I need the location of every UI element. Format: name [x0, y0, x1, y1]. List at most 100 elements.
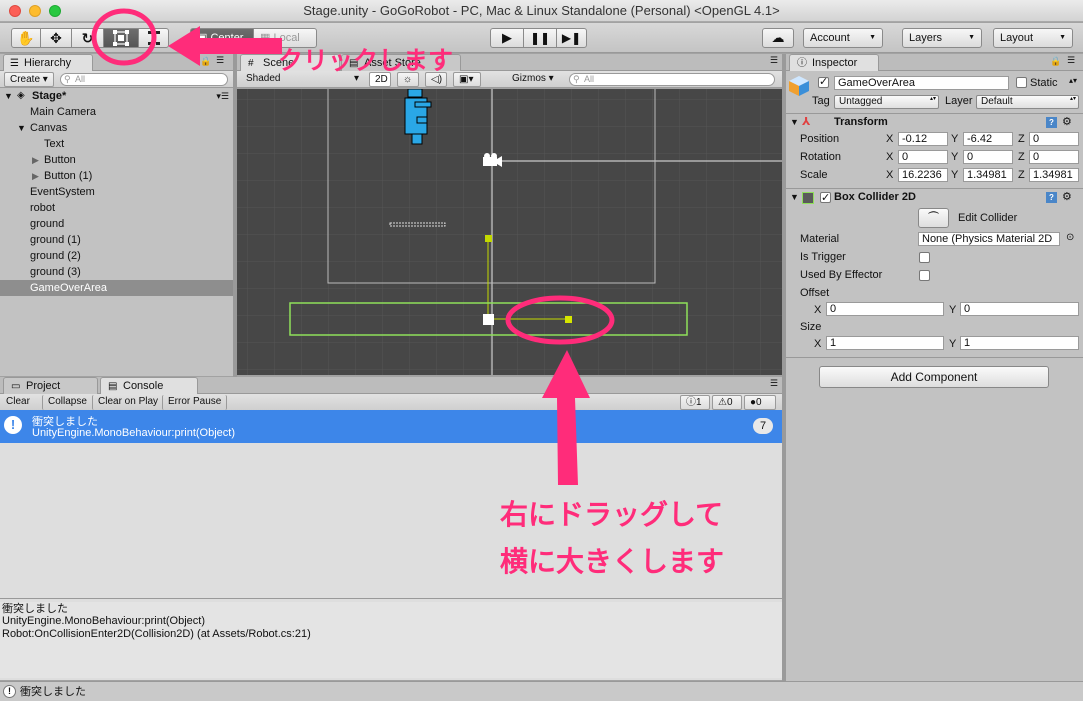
console-clear-button[interactable]: Clear — [4, 395, 32, 410]
hand-tool-button[interactable]: ✋ — [11, 28, 41, 48]
offset-y-field[interactable]: 0 — [960, 302, 1079, 316]
hierarchy-search-input[interactable]: ⚲ All — [60, 73, 228, 86]
is-trigger-checkbox[interactable] — [919, 252, 930, 263]
console-splitter[interactable] — [0, 598, 782, 599]
account-dropdown[interactable]: Account ▼ — [803, 28, 883, 48]
console-entry-selected[interactable]: ! 衝突しました UnityEngine.MonoBehaviour:print… — [0, 410, 782, 443]
hierarchy-item-ground[interactable]: ground — [0, 216, 233, 232]
inspector-tabbar: ⓘ Inspector 🔒 ☰ — [786, 54, 1083, 71]
hierarchy-item-robot[interactable]: robot — [0, 200, 233, 216]
size-x-field[interactable]: 1 — [826, 336, 944, 350]
scene-root-row[interactable]: ▼ ◈ Stage* ▾☰ — [0, 88, 233, 104]
hierarchy-item-label: ground (2) — [30, 250, 81, 262]
vertical-splitter-right[interactable] — [782, 54, 786, 681]
help-icon[interactable]: ? — [1046, 117, 1057, 128]
cloud-button[interactable]: ☁ — [762, 28, 794, 48]
position-y-field[interactable]: -6.42 — [963, 132, 1013, 146]
error-filter-toggle[interactable]: ●0 — [744, 395, 776, 410]
minimize-window-button[interactable] — [29, 5, 41, 17]
material-field[interactable]: None (Physics Material 2D — [918, 232, 1060, 246]
panel-menu-icon[interactable]: ☰ — [216, 55, 224, 66]
used-by-effector-checkbox[interactable] — [919, 270, 930, 281]
hierarchy-item-canvas[interactable]: ▼ Canvas — [0, 120, 233, 136]
panel-menu-icon[interactable]: ☰ — [1067, 55, 1075, 66]
gameobject-name-field[interactable]: GameOverArea — [834, 76, 1009, 90]
add-component-button[interactable]: Add Component — [819, 366, 1049, 388]
edit-collider-button[interactable]: ⏜ — [918, 208, 949, 228]
tab-project[interactable]: ▭ Project — [3, 377, 98, 394]
gear-icon[interactable]: ⚙ — [1062, 114, 1072, 131]
hierarchy-item-text[interactable]: Text — [0, 136, 233, 152]
hierarchy-item-button-1[interactable]: ▶ Button (1) — [0, 168, 233, 184]
hierarchy-item-main-camera[interactable]: Main Camera — [0, 104, 233, 120]
tab-inspector[interactable]: ⓘ Inspector — [789, 54, 879, 71]
scene-search-input[interactable]: ⚲ All — [569, 73, 775, 86]
lock-icon[interactable]: 🔒 — [1050, 56, 1061, 67]
object-picker-icon[interactable]: ⊙ — [1066, 232, 1074, 243]
scale-x-field[interactable]: 16.2236 — [898, 168, 948, 182]
rect-tool-button[interactable] — [138, 28, 169, 48]
pivot-center-toggle[interactable]: ▣ Center — [190, 28, 254, 48]
rotation-y-field[interactable]: 0 — [963, 150, 1013, 164]
console-toolbar: Clear Collapse Clear on Play Error Pause… — [0, 394, 782, 411]
tag-dropdown[interactable]: Untagged — [834, 95, 939, 109]
axis-x-label: X — [886, 169, 894, 181]
tab-hierarchy[interactable]: ☰ Hierarchy — [3, 54, 93, 71]
rotation-z-field[interactable]: 0 — [1029, 150, 1079, 164]
play-button[interactable]: ▶ — [490, 28, 524, 48]
layout-dropdown[interactable]: Layout ▼ — [993, 28, 1073, 48]
position-x-field[interactable]: -0.12 — [898, 132, 948, 146]
rotate-tool-button[interactable]: ↻ — [71, 28, 104, 48]
layer-dropdown[interactable]: Default — [976, 95, 1079, 109]
vertical-splitter-left[interactable] — [233, 54, 237, 377]
size-y-field[interactable]: 1 — [960, 336, 1079, 350]
window-title: Stage.unity - GoGoRobot - PC, Mac & Linu… — [303, 3, 780, 18]
hierarchy-create-dropdown[interactable]: Create ▾ — [4, 72, 54, 87]
dropdown-arrow-icon[interactable]: ▴▾ — [1069, 76, 1077, 85]
rotation-x-field[interactable]: 0 — [898, 150, 948, 164]
scale-handle-center[interactable] — [483, 314, 494, 325]
offset-x-field[interactable]: 0 — [826, 302, 944, 316]
static-checkbox[interactable] — [1016, 77, 1027, 88]
lock-icon[interactable]: 🔒 — [200, 56, 211, 67]
effects-dropdown[interactable]: ▣▾ — [453, 72, 481, 87]
console-clear-on-play-button[interactable]: Clear on Play — [92, 395, 163, 410]
layers-dropdown[interactable]: Layers ▼ — [902, 28, 982, 48]
step-button[interactable]: ▶❚ — [556, 28, 587, 48]
size-label: Size — [800, 321, 822, 333]
move-tool-button[interactable]: ✥ — [40, 28, 72, 48]
warning-filter-toggle[interactable]: ⚠0 — [712, 395, 742, 410]
gameobject-active-checkbox[interactable] — [818, 75, 829, 88]
gizmos-dropdown[interactable]: Gizmos ▾ — [507, 72, 561, 87]
pause-button[interactable]: ❚❚ — [523, 28, 557, 48]
expand-arrow-icon: ▶ — [32, 171, 39, 181]
help-icon[interactable]: ? — [1046, 192, 1057, 203]
zoom-window-button[interactable] — [49, 5, 61, 17]
close-window-button[interactable] — [9, 5, 21, 17]
hierarchy-item-ground-2[interactable]: ground (2) — [0, 248, 233, 264]
info-filter-toggle[interactable]: ⓘ1 — [680, 395, 710, 410]
hierarchy-item-ground-1[interactable]: ground (1) — [0, 232, 233, 248]
gear-icon[interactable]: ⚙ — [1062, 189, 1072, 206]
panel-menu-icon[interactable]: ☰ — [770, 378, 778, 389]
box-collider-header[interactable]: ▼ Box Collider 2D ? ⚙ — [786, 188, 1083, 207]
collapse-arrow-icon: ▼ — [790, 192, 799, 202]
hierarchy-item-gameoverarea[interactable]: GameOverArea — [0, 280, 233, 296]
position-z-field[interactable]: 0 — [1029, 132, 1079, 146]
console-collapse-button[interactable]: Collapse — [42, 395, 92, 410]
scene-menu-icon[interactable]: ▾☰ — [216, 88, 229, 104]
console-error-pause-button[interactable]: Error Pause — [162, 395, 228, 410]
scale-handle-y[interactable] — [485, 235, 492, 242]
scene-viewport[interactable] — [237, 89, 782, 375]
box-collider-enabled-checkbox[interactable] — [820, 190, 831, 207]
scale-handle-x[interactable] — [565, 316, 572, 323]
hierarchy-item-ground-3[interactable]: ground (3) — [0, 264, 233, 280]
panel-menu-icon[interactable]: ☰ — [770, 55, 778, 66]
scale-z-field[interactable]: 1.34981 — [1029, 168, 1079, 182]
hierarchy-item-eventsystem[interactable]: EventSystem — [0, 184, 233, 200]
scale-tool-button[interactable] — [103, 28, 139, 48]
tab-console[interactable]: ▤ Console — [100, 377, 198, 394]
hierarchy-item-button[interactable]: ▶ Button — [0, 152, 233, 168]
transform-header[interactable]: ▼ ⅄ Transform ? ⚙ — [786, 113, 1083, 131]
scale-y-field[interactable]: 1.34981 — [963, 168, 1013, 182]
